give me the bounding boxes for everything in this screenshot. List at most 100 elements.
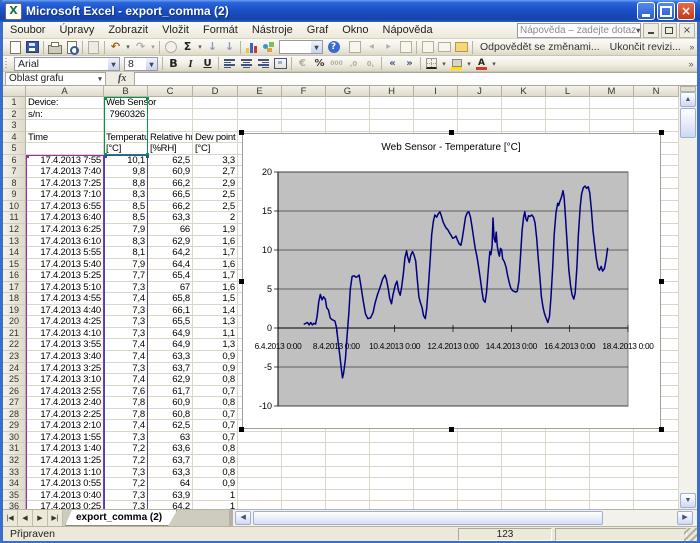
row-header-31[interactable]: 31 <box>3 443 26 455</box>
cell[interactable] <box>326 490 370 502</box>
cell[interactable] <box>502 432 546 444</box>
cell[interactable]: 17.4.2013 7:55 <box>26 155 104 167</box>
fill-color-dropdown[interactable]: ▾ <box>465 56 473 71</box>
cell[interactable]: 63 <box>148 432 193 444</box>
cell[interactable] <box>458 432 502 444</box>
row-header-3[interactable]: 3 <box>3 120 26 132</box>
cell[interactable] <box>546 443 590 455</box>
insert-function-button[interactable]: fx <box>118 73 126 84</box>
sort-descending-icon[interactable]: ↓ <box>221 40 238 55</box>
cell[interactable]: 7,3 <box>104 305 148 317</box>
cell[interactable]: Dew point <box>193 132 238 144</box>
cell[interactable]: 0,8 <box>193 397 238 409</box>
cell[interactable]: [%RH] <box>148 143 193 155</box>
embedded-chart[interactable]: Web Sensor - Temperature [°C]20151050-5-… <box>242 133 661 429</box>
row-header-16[interactable]: 16 <box>3 270 26 282</box>
cell[interactable] <box>590 455 634 467</box>
column-header-D[interactable]: D <box>193 86 238 97</box>
row-header-15[interactable]: 15 <box>3 259 26 271</box>
cell[interactable]: 63,9 <box>148 490 193 502</box>
cell[interactable] <box>458 490 502 502</box>
cell[interactable]: 7,4 <box>104 339 148 351</box>
cell[interactable] <box>148 109 193 121</box>
decrease-indent-icon[interactable]: « <box>384 56 401 71</box>
row-header-29[interactable]: 29 <box>3 420 26 432</box>
drawing-icon[interactable] <box>260 40 277 55</box>
cell[interactable] <box>414 490 458 502</box>
cell[interactable] <box>282 120 326 132</box>
cell[interactable] <box>546 109 590 121</box>
cell[interactable] <box>326 97 370 109</box>
cell[interactable]: 64 <box>148 478 193 490</box>
row-header-25[interactable]: 25 <box>3 374 26 386</box>
cell[interactable] <box>458 109 502 121</box>
vertical-scroll-thumb[interactable] <box>680 108 696 138</box>
horizontal-scrollbar[interactable]: ◀ ▶ <box>233 510 697 526</box>
scroll-right-button[interactable]: ▶ <box>677 511 693 525</box>
sheet-tab-active[interactable]: export_comma (2) <box>65 510 177 526</box>
cell[interactable] <box>546 478 590 490</box>
cell[interactable] <box>370 97 414 109</box>
workbook-minimize-button[interactable] <box>643 23 659 38</box>
cell[interactable]: 1,6 <box>193 282 238 294</box>
cell[interactable] <box>634 501 679 509</box>
cell[interactable]: 0,8 <box>193 443 238 455</box>
cell[interactable]: 17.4.2013 3:55 <box>26 339 104 351</box>
cell[interactable]: 63,6 <box>148 443 193 455</box>
previous-sheet-button[interactable]: ◀ <box>18 510 33 526</box>
cell[interactable] <box>282 443 326 455</box>
cell[interactable]: 1,9 <box>193 224 238 236</box>
cell[interactable]: 17.4.2013 4:25 <box>26 316 104 328</box>
cell[interactable]: 63,3 <box>148 212 193 224</box>
cell[interactable] <box>502 97 546 109</box>
zoom-combo[interactable]: ▾ <box>279 40 323 54</box>
cell[interactable] <box>414 97 458 109</box>
cell[interactable]: 62,5 <box>148 420 193 432</box>
cell[interactable]: 7,7 <box>104 270 148 282</box>
maximize-button[interactable] <box>657 2 675 20</box>
cell[interactable]: 0,9 <box>193 478 238 490</box>
last-sheet-button[interactable]: ▶| <box>48 510 63 526</box>
undo-icon[interactable]: ↶ <box>107 40 124 55</box>
column-header-C[interactable]: C <box>148 86 193 97</box>
cell[interactable]: 1,3 <box>193 316 238 328</box>
cell[interactable] <box>326 120 370 132</box>
cell[interactable]: 17.4.2013 3:40 <box>26 351 104 363</box>
cell[interactable]: 64,4 <box>148 259 193 271</box>
cell[interactable] <box>590 501 634 509</box>
cell[interactable]: 17.4.2013 5:40 <box>26 259 104 271</box>
cell[interactable] <box>458 443 502 455</box>
cell[interactable] <box>414 443 458 455</box>
cell[interactable]: 0,7 <box>193 386 238 398</box>
cell[interactable]: 17.4.2013 1:10 <box>26 467 104 479</box>
row-header-9[interactable]: 9 <box>3 189 26 201</box>
row-header-4[interactable]: 4 <box>3 132 26 144</box>
cell[interactable] <box>458 455 502 467</box>
cell[interactable] <box>546 467 590 479</box>
workbook-close-button[interactable]: × <box>679 23 695 38</box>
chart-canvas[interactable]: Web Sensor - Temperature [°C]20151050-5-… <box>242 133 661 429</box>
row-header-12[interactable]: 12 <box>3 224 26 236</box>
cell[interactable]: [°C] <box>193 143 238 155</box>
cell[interactable]: 17.4.2013 5:25 <box>26 270 104 282</box>
cell[interactable]: 17.4.2013 4:10 <box>26 328 104 340</box>
cell[interactable] <box>502 501 546 509</box>
print-icon[interactable] <box>46 40 63 55</box>
cell[interactable]: 0,9 <box>193 351 238 363</box>
underline-button[interactable]: U <box>199 56 216 71</box>
cell[interactable] <box>590 443 634 455</box>
cell[interactable] <box>590 432 634 444</box>
toolbar-options-button[interactable]: » <box>686 40 697 55</box>
column-header-N[interactable]: N <box>634 86 679 97</box>
chart-handle[interactable] <box>659 279 664 284</box>
cell[interactable] <box>104 120 148 132</box>
cell[interactable]: Time <box>26 132 104 144</box>
cell[interactable]: 2,5 <box>193 189 238 201</box>
cell[interactable]: 1,6 <box>193 236 238 248</box>
cell[interactable]: 17.4.2013 3:25 <box>26 363 104 375</box>
bold-button[interactable]: B <box>165 56 182 71</box>
row-header-19[interactable]: 19 <box>3 305 26 317</box>
cell[interactable]: 7,2 <box>104 455 148 467</box>
cell[interactable]: 62,9 <box>148 236 193 248</box>
cell[interactable]: 7960326 <box>104 109 148 121</box>
